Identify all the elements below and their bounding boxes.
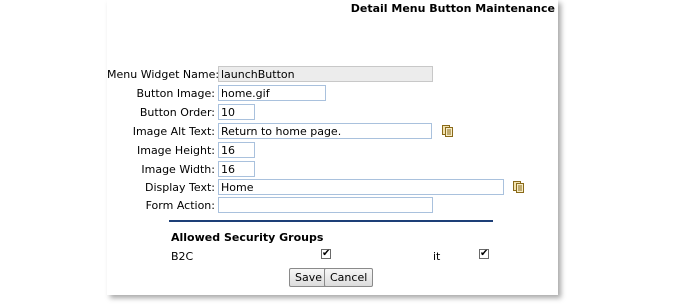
- group-label-b2c: B2C: [171, 250, 194, 263]
- display-text-lookup-icon[interactable]: [513, 181, 524, 193]
- page-title: Detail Menu Button Maintenance: [350, 2, 555, 15]
- image-alt-text-label: Image Alt Text:: [132, 125, 215, 138]
- group-checkbox-it[interactable]: ✔: [479, 249, 489, 259]
- button-order-field[interactable]: [218, 104, 255, 120]
- alt-text-lookup-icon[interactable]: [442, 125, 453, 137]
- cancel-button[interactable]: Cancel: [324, 268, 374, 287]
- section-divider: [169, 220, 493, 222]
- group-checkbox-b2c[interactable]: ✔: [321, 249, 331, 259]
- button-image-label: Button Image:: [136, 87, 216, 100]
- form-action-field[interactable]: [218, 197, 433, 213]
- image-width-label: Image Width:: [141, 163, 215, 176]
- security-groups-title: Allowed Security Groups: [171, 231, 324, 244]
- group-label-it: it: [433, 250, 441, 263]
- button-order-label: Button Order:: [139, 106, 215, 119]
- button-image-field[interactable]: [218, 85, 326, 101]
- menu-widget-name-field: [218, 66, 433, 82]
- menu-widget-name-label: Menu Widget Name:: [107, 68, 220, 81]
- save-button[interactable]: Save: [289, 268, 329, 287]
- image-height-field[interactable]: [218, 142, 255, 158]
- image-width-field[interactable]: [218, 161, 255, 177]
- detail-panel: Detail Menu Button Maintenance Menu Widg…: [107, 0, 558, 295]
- display-text-label: Display Text:: [145, 181, 215, 194]
- image-height-label: Image Height:: [136, 144, 215, 157]
- display-text-field[interactable]: [218, 179, 504, 195]
- form-action-label: Form Action:: [145, 199, 215, 212]
- image-alt-text-field[interactable]: [218, 123, 432, 139]
